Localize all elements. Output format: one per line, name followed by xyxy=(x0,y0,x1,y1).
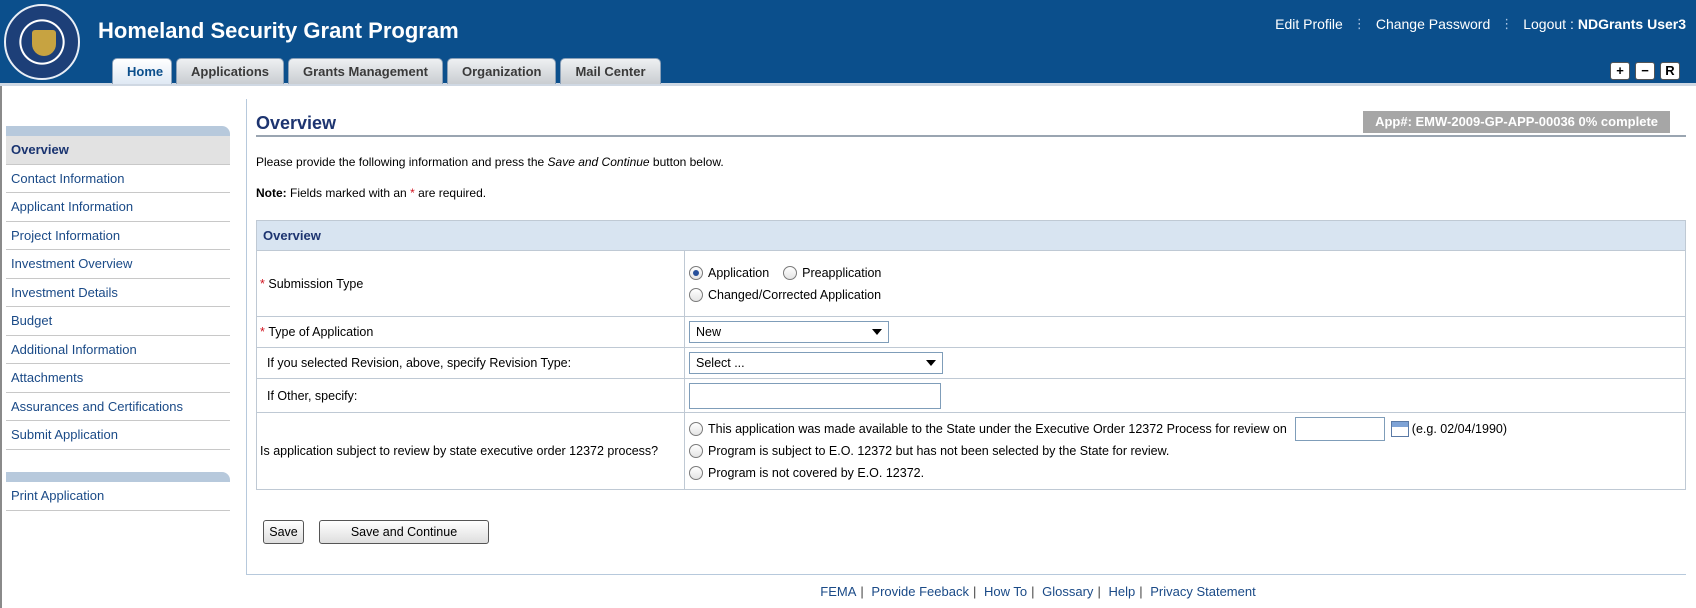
save-and-continue-button[interactable]: Save and Continue xyxy=(319,520,489,544)
form-section-header: Overview xyxy=(257,221,1685,251)
application-number-badge: App#: EMW-2009-GP-APP-00036 0% complete xyxy=(1363,111,1670,133)
footer-link-feedback[interactable]: Provide Feeback xyxy=(871,584,969,599)
eo-review-row: Is application subject to review by stat… xyxy=(257,413,1685,489)
page-title: Overview xyxy=(256,113,337,133)
overview-form: Overview * Submission Type Application P… xyxy=(256,220,1686,490)
sidebar-item-additional-information[interactable]: Additional Information xyxy=(6,336,230,364)
footer-link-glossary[interactable]: Glossary xyxy=(1042,584,1093,599)
sidebar-nav: Overview Contact Information Applicant I… xyxy=(6,126,230,450)
type-of-application-select[interactable]: New xyxy=(689,321,889,343)
type-of-application-row: * Type of Application New xyxy=(257,317,1685,348)
change-password-link[interactable]: Change Password xyxy=(1376,16,1490,32)
sidebar-item-overview[interactable]: Overview xyxy=(6,136,230,165)
reset-text-button[interactable]: R xyxy=(1660,62,1680,80)
radio-application[interactable] xyxy=(689,265,703,280)
type-of-application-label: Type of Application xyxy=(268,325,374,339)
footer-links: FEMA | Provide Feeback | How To | Glossary |… xyxy=(820,584,1256,599)
sidebar-item-assurances[interactable]: Assurances and Certifications xyxy=(6,393,230,421)
tab-organization[interactable]: Organization xyxy=(447,58,557,84)
intro-text: Please provide the following information… xyxy=(256,155,724,169)
chevron-down-icon xyxy=(872,329,882,335)
sidebar-item-investment-details[interactable]: Investment Details xyxy=(6,279,230,307)
dhs-seal-logo xyxy=(4,4,80,80)
sidebar-print: Print Application xyxy=(6,472,230,511)
sidebar-item-budget[interactable]: Budget xyxy=(6,307,230,336)
other-specify-row: If Other, specify: xyxy=(257,379,1685,413)
decrease-text-button[interactable]: − xyxy=(1635,62,1655,80)
required-note: Note: Fields marked with an * are requir… xyxy=(256,186,487,200)
submission-type-row: * Submission Type Application Preapplica… xyxy=(257,251,1685,317)
top-links: Edit Profile ⋮ Change Password ⋮ Logout … xyxy=(1275,16,1686,32)
review-date-input[interactable] xyxy=(1294,417,1385,441)
submission-type-label: Submission Type xyxy=(268,276,364,291)
footer-link-help[interactable]: Help xyxy=(1108,584,1135,599)
footer-link-privacy[interactable]: Privacy Statement xyxy=(1150,584,1256,599)
footer-link-fema[interactable]: FEMA xyxy=(820,584,856,599)
print-application-link[interactable]: Print Application xyxy=(6,482,230,511)
tab-grants-management[interactable]: Grants Management xyxy=(288,58,443,84)
app-title: Homeland Security Grant Program xyxy=(98,18,459,43)
chevron-down-icon xyxy=(926,360,936,366)
radio-eo-made-available[interactable] xyxy=(689,422,703,436)
eo-review-label: Is application subject to review by stat… xyxy=(257,413,685,489)
other-specify-label: If Other, specify: xyxy=(257,379,685,412)
edit-profile-link[interactable]: Edit Profile xyxy=(1275,16,1343,32)
revision-type-row: If you selected Revision, above, specify… xyxy=(257,348,1685,379)
revision-type-select[interactable]: Select ... xyxy=(689,352,943,374)
other-specify-input[interactable] xyxy=(689,382,941,409)
tab-applications[interactable]: Applications xyxy=(176,58,285,84)
save-button[interactable]: Save xyxy=(263,520,304,544)
logout-link[interactable]: Logout : xyxy=(1523,16,1574,32)
sidebar-item-contact-information[interactable]: Contact Information xyxy=(6,165,230,193)
tab-mail-center[interactable]: Mail Center xyxy=(560,58,661,84)
radio-eo-not-covered[interactable] xyxy=(689,466,703,480)
tab-home[interactable]: Home xyxy=(112,58,172,84)
main-content: Overview App#: EMW-2009-GP-APP-00036 0% … xyxy=(246,99,1686,575)
main-tabs: Home Applications Grants Management Orga… xyxy=(112,58,665,84)
radio-changed-corrected[interactable] xyxy=(689,287,703,302)
sidebar-item-applicant-information[interactable]: Applicant Information xyxy=(6,193,230,222)
radio-eo-not-selected[interactable] xyxy=(689,444,703,458)
sidebar-item-investment-overview[interactable]: Investment Overview xyxy=(6,250,230,279)
current-user: NDGrants User3 xyxy=(1577,16,1686,32)
sidebar-item-project-information[interactable]: Project Information xyxy=(6,222,230,250)
revision-type-label: If you selected Revision, above, specify… xyxy=(257,348,685,378)
date-format-hint: (e.g. 02/04/1990) xyxy=(1411,422,1508,436)
increase-text-button[interactable]: + xyxy=(1610,62,1630,80)
app-header: Homeland Security Grant Program Edit Pro… xyxy=(0,0,1696,86)
sidebar-item-submit-application[interactable]: Submit Application xyxy=(6,421,230,450)
sidebar-item-attachments[interactable]: Attachments xyxy=(6,364,230,393)
footer-link-how-to[interactable]: How To xyxy=(984,584,1027,599)
calendar-icon[interactable] xyxy=(1390,421,1409,437)
text-size-controls: + − R xyxy=(1610,62,1680,80)
radio-preapplication[interactable] xyxy=(783,265,798,280)
